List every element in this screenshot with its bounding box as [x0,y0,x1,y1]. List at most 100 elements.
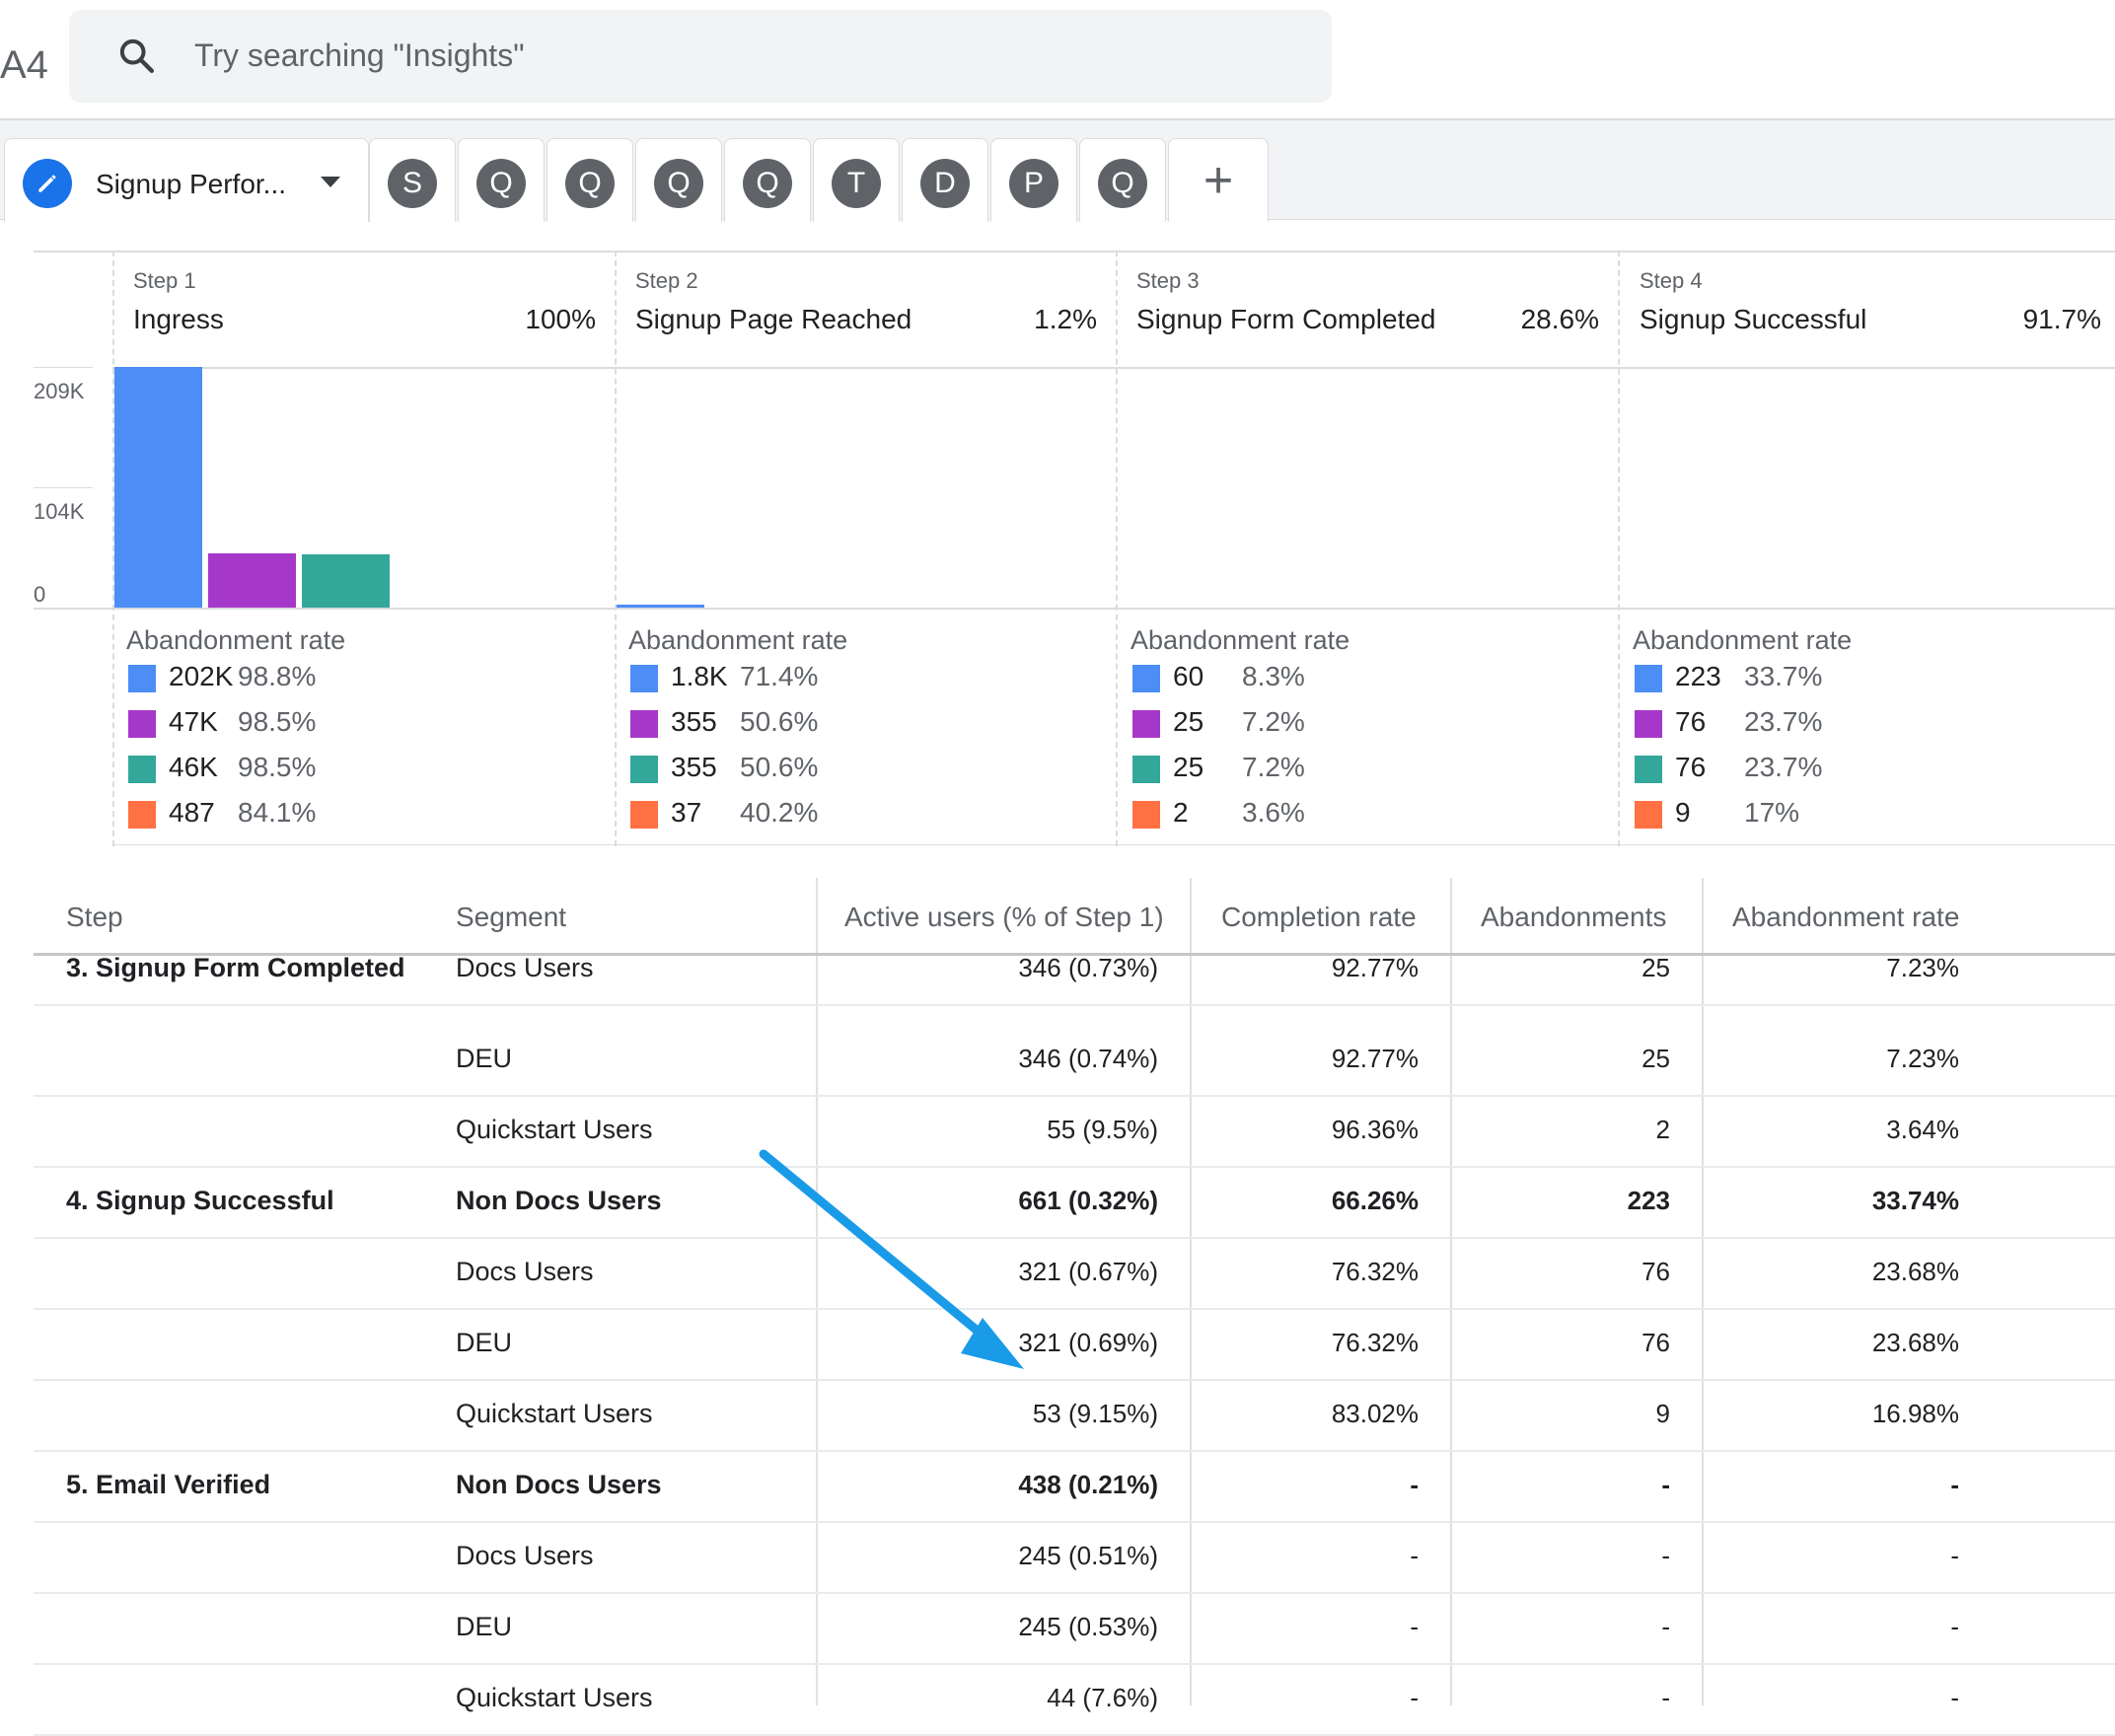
exploration-tab[interactable]: D [902,138,988,222]
segment-cell: DEU [456,1328,513,1357]
search-input[interactable] [192,30,1084,81]
abandonment-count: 25 [1173,706,1204,737]
legend-swatch [1635,756,1662,783]
add-tab-button[interactable]: + [1168,138,1269,222]
legend-swatch [128,756,156,783]
exploration-tab[interactable]: Q [1079,138,1166,222]
abandonment-percent: 98.5% [238,706,317,737]
abandonment-count: 487 [169,797,215,828]
step-name-cell: 5. Email Verified [66,1470,271,1499]
col-header-active-users[interactable]: Active users (% of Step 1) [844,902,1164,933]
tab-initial-avatar: T [832,159,881,208]
y-tick-label: 0 [34,582,46,607]
abandonment-count: 25 [1173,752,1204,782]
segment-cell: DEU [456,1612,513,1641]
tab-signup-performance[interactable]: Signup Perfor... [4,138,369,222]
abandonment-percent: 7.2% [1242,706,1305,737]
segment-cell: Docs Users [456,1541,594,1570]
segment-cell: Quickstart Users [456,1115,653,1144]
legend-swatch [1635,801,1662,829]
abandonment-count: 1.8K [671,661,728,691]
abandonment-rate-title: Abandonment rate [628,625,848,655]
completion-rate-cell: 76.32% [1331,1257,1419,1286]
abandonment-percent: 33.7% [1744,661,1823,691]
step-percentage: 100% [525,304,596,334]
table-row-divider [34,1450,2115,1452]
abandonment-percent: 50.6% [740,706,819,737]
completion-rate-cell: 76.32% [1331,1328,1419,1357]
abandonments-cell: - [1661,1612,1670,1641]
abandonment-percent: 40.2% [740,797,819,828]
exploration-tab[interactable]: Q [547,138,633,222]
abandonment-percent: 50.6% [740,752,819,782]
chart-bottom-border [112,844,2115,845]
pencil-icon [23,159,72,208]
legend-swatch [128,801,156,829]
col-header-abandonments[interactable]: Abandonments [1481,902,1666,933]
chart-top-border [34,251,2115,253]
abandonment-percent: 84.1% [238,797,317,828]
col-header-abandonment-rate[interactable]: Abandonment rate [1732,902,1959,933]
step-name-cell: 4. Signup Successful [66,1186,334,1215]
abandonments-cell: - [1661,1470,1670,1499]
col-header-step[interactable]: Step [66,902,123,933]
exploration-tab[interactable]: Q [458,138,545,222]
abandonment-rate-cell: 16.98% [1871,1399,1959,1428]
search-icon[interactable] [116,36,156,75]
abandonment-rate-cell: 7.23% [1886,953,1959,982]
abandonment-rate-cell: 23.68% [1871,1257,1959,1286]
exploration-tab[interactable]: Q [724,138,811,222]
abandonment-percent: 98.8% [238,661,317,691]
segment-cell: Quickstart Users [456,1683,653,1712]
funnel-bar[interactable] [617,605,704,608]
property-label: A4 [0,43,48,87]
abandonment-rate-cell: 23.68% [1871,1328,1959,1357]
abandonment-count: 2 [1173,797,1189,828]
gridline-209k [34,367,93,368]
abandonments-cell: - [1661,1683,1670,1712]
legend-swatch [1132,801,1160,829]
tab-initial-avatar: Q [654,159,703,208]
abandonment-count: 76 [1675,752,1707,782]
table-row-divider [34,1521,2115,1523]
abandonment-rate-cell: 33.74% [1871,1186,1959,1215]
abandonments-cell: - [1661,1541,1670,1570]
abandonments-cell: 25 [1641,1044,1670,1073]
tab-initial-avatar: Q [565,159,615,208]
legend-swatch [128,710,156,738]
abandonment-rate-cell: - [1950,1612,1959,1641]
funnel-bar[interactable] [114,367,202,608]
step-number: Step 4 [1640,268,1703,293]
segment-cell: Non Docs Users [456,1470,662,1499]
segment-cell: Docs Users [456,953,594,982]
exploration-tab[interactable]: P [990,138,1077,222]
abandonment-rate-cell: - [1950,1470,1959,1499]
funnel-bar[interactable] [302,554,390,608]
tab-initial-avatar: Q [476,159,526,208]
active-users-cell: 346 (0.73%) [1018,953,1158,982]
abandonment-rate-cell: 7.23% [1886,1044,1959,1073]
tab-initial-avatar: Q [1098,159,1147,208]
active-users-cell: 245 (0.53%) [1018,1612,1158,1641]
col-header-completion-rate[interactable]: Completion rate [1221,902,1417,933]
col-header-segment[interactable]: Segment [456,902,566,933]
abandonments-cell: 9 [1655,1399,1670,1428]
table-row-divider [34,1166,2115,1168]
step-name-cell: 3. Signup Form Completed [66,953,405,982]
legend-swatch [630,756,658,783]
abandonment-rate-cell: 3.64% [1886,1115,1959,1144]
chart-header-divider [112,367,2115,369]
completion-rate-cell: 92.77% [1331,1044,1419,1073]
exploration-tab[interactable]: Q [635,138,722,222]
completion-rate-cell: - [1410,1683,1419,1712]
table-row-divider [34,1592,2115,1594]
exploration-tab[interactable]: T [813,138,900,222]
abandonment-count: 355 [671,752,717,782]
chevron-down-icon[interactable] [321,177,340,187]
legend-swatch [1132,665,1160,692]
exploration-tab[interactable]: S [369,138,456,222]
funnel-bar[interactable] [208,553,296,608]
step-number: Step 3 [1136,268,1200,293]
legend-swatch [630,710,658,738]
legend-swatch [1635,665,1662,692]
